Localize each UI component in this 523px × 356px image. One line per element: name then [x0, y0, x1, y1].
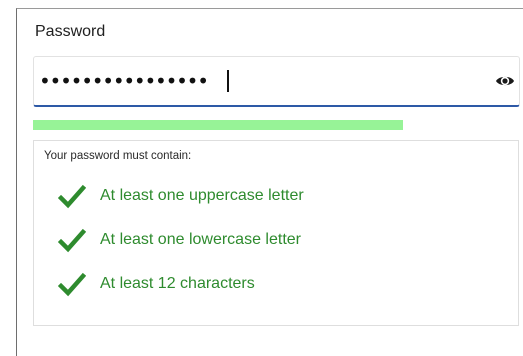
- check-icon: [57, 228, 87, 254]
- requirement-label: At least one uppercase letter: [100, 187, 304, 204]
- password-strength-meter: [33, 120, 520, 130]
- requirement-length: At least 12 characters: [57, 270, 498, 300]
- text-caret: [227, 70, 229, 92]
- password-requirements: Your password must contain: At least one…: [33, 140, 519, 326]
- requirement-lowercase: At least one lowercase letter: [57, 226, 498, 256]
- password-label: Password: [35, 23, 106, 40]
- requirement-uppercase: At least one uppercase letter: [57, 182, 498, 212]
- password-input[interactable]: ••••••••••••••••: [33, 56, 520, 107]
- requirement-label: At least 12 characters: [100, 275, 255, 292]
- check-icon: [57, 272, 87, 298]
- password-value: ••••••••••••••••: [39, 69, 209, 93]
- requirement-label: At least one lowercase letter: [100, 231, 301, 248]
- password-strength-fill: [33, 120, 404, 130]
- requirements-title: Your password must contain:: [44, 150, 192, 162]
- eye-icon[interactable]: [494, 70, 516, 92]
- check-icon: [57, 184, 87, 210]
